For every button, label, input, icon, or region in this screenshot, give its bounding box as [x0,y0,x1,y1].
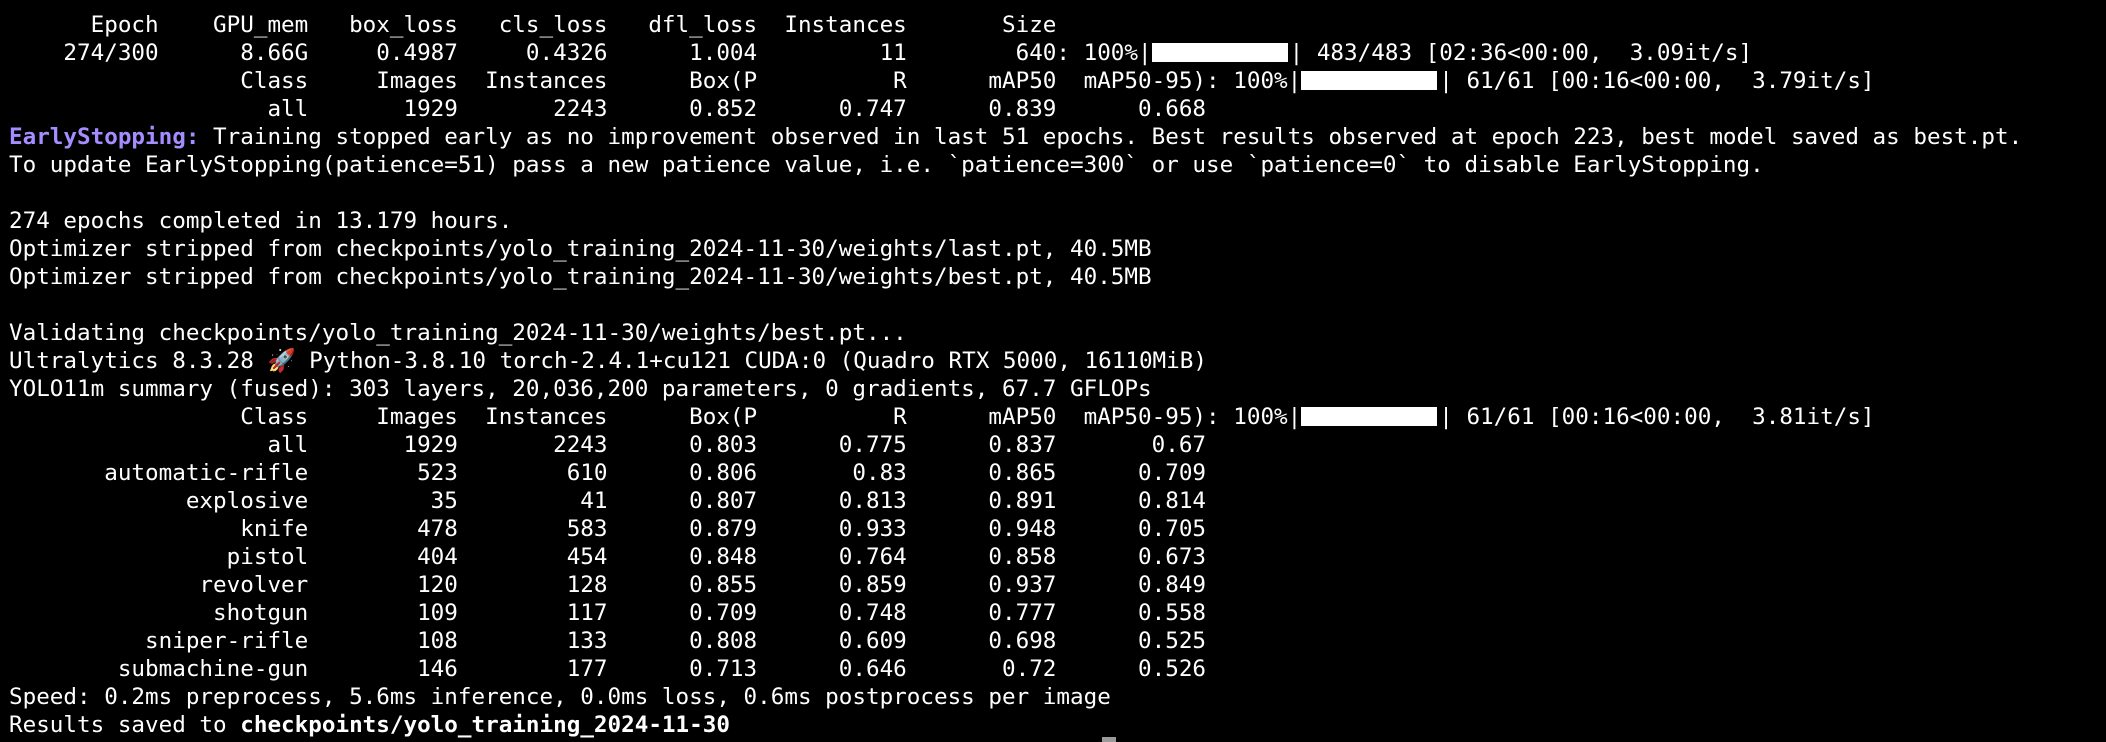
training-progress-bar [1151,43,1290,63]
epoch-progress-line: 274/300 8.66G 0.4987 0.4326 1.004 11 640… [9,39,2106,67]
results-saved-path: checkpoints/yolo_training_2024-11-30 [240,712,730,738]
epoch-row-suffix: | 483/483 [02:36<00:00, 3.09it/s] [1289,40,1753,66]
final-validation-progress-bar [1301,407,1440,427]
early-stopping-label: EarlyStopping: [9,124,200,150]
terminal-output[interactable]: Epoch GPU_mem box_loss cls_loss dfl_loss… [0,0,2106,742]
metrics-row-all: all 1929 2243 0.803 0.775 0.837 0.67 [9,432,1207,458]
final-val-header-line: Class Images Instances Box(P R mAP50 mAP… [9,403,2106,431]
terminal-cursor [1102,737,1116,742]
optimizer-stripped-last-line: Optimizer stripped from checkpoints/yolo… [9,236,1152,262]
epoch-val-header-line: Class Images Instances Box(P R mAP50 mAP… [9,67,2106,95]
metrics-row-submachine-gun: submachine-gun 146 177 0.713 0.646 0.72 … [9,656,1207,682]
environment-line: Ultralytics 8.3.28 🚀 Python-3.8.10 torch… [9,348,1207,374]
final-val-header-suffix: | 61/61 [00:16<00:00, 3.81it/s] [1439,404,1875,430]
epoch-row-prefix: 274/300 8.66G 0.4987 0.4326 1.004 11 640… [9,40,1152,66]
epoch-val-all-row: all 1929 2243 0.852 0.747 0.839 0.668 [9,96,1207,122]
optimizer-stripped-best-line: Optimizer stripped from checkpoints/yolo… [9,264,1152,290]
results-saved-line: Results saved to checkpoints/yolo_traini… [9,711,2106,739]
results-saved-prefix: Results saved to [9,712,241,738]
metrics-row-sniper-rifle: sniper-rifle 108 133 0.808 0.609 0.698 0… [9,628,1207,654]
validating-line: Validating checkpoints/yolo_training_202… [9,320,907,346]
metrics-row-explosive: explosive 35 41 0.807 0.813 0.891 0.814 [9,488,1207,514]
epoch-val-header-suffix: | 61/61 [00:16<00:00, 3.79it/s] [1439,68,1875,94]
final-val-header-prefix: Class Images Instances Box(P R mAP50 mAP… [9,404,1302,430]
epochs-completed-line: 274 epochs completed in 13.179 hours. [9,208,513,234]
speed-line: Speed: 0.2ms preprocess, 5.6ms inference… [9,684,1111,710]
model-summary-line: YOLO11m summary (fused): 303 layers, 20,… [9,376,1152,402]
validation-progress-bar [1301,71,1440,91]
early-stopping-line: EarlyStopping: Training stopped early as… [9,123,2106,151]
metrics-row-automatic-rifle: automatic-rifle 523 610 0.806 0.83 0.865… [9,460,1207,486]
epoch-header-line: Epoch GPU_mem box_loss cls_loss dfl_loss… [9,12,1057,38]
metrics-row-knife: knife 478 583 0.879 0.933 0.948 0.705 [9,516,1207,542]
metrics-row-revolver: revolver 120 128 0.855 0.859 0.937 0.849 [9,572,1207,598]
early-stopping-hint: To update EarlyStopping(patience=51) pas… [9,152,1764,178]
early-stopping-message: Training stopped early as no improvement… [199,124,2023,150]
metrics-row-pistol: pistol 404 454 0.848 0.764 0.858 0.673 [9,544,1207,570]
metrics-row-shotgun: shotgun 109 117 0.709 0.748 0.777 0.558 [9,600,1207,626]
epoch-val-header-prefix: Class Images Instances Box(P R mAP50 mAP… [9,68,1302,94]
